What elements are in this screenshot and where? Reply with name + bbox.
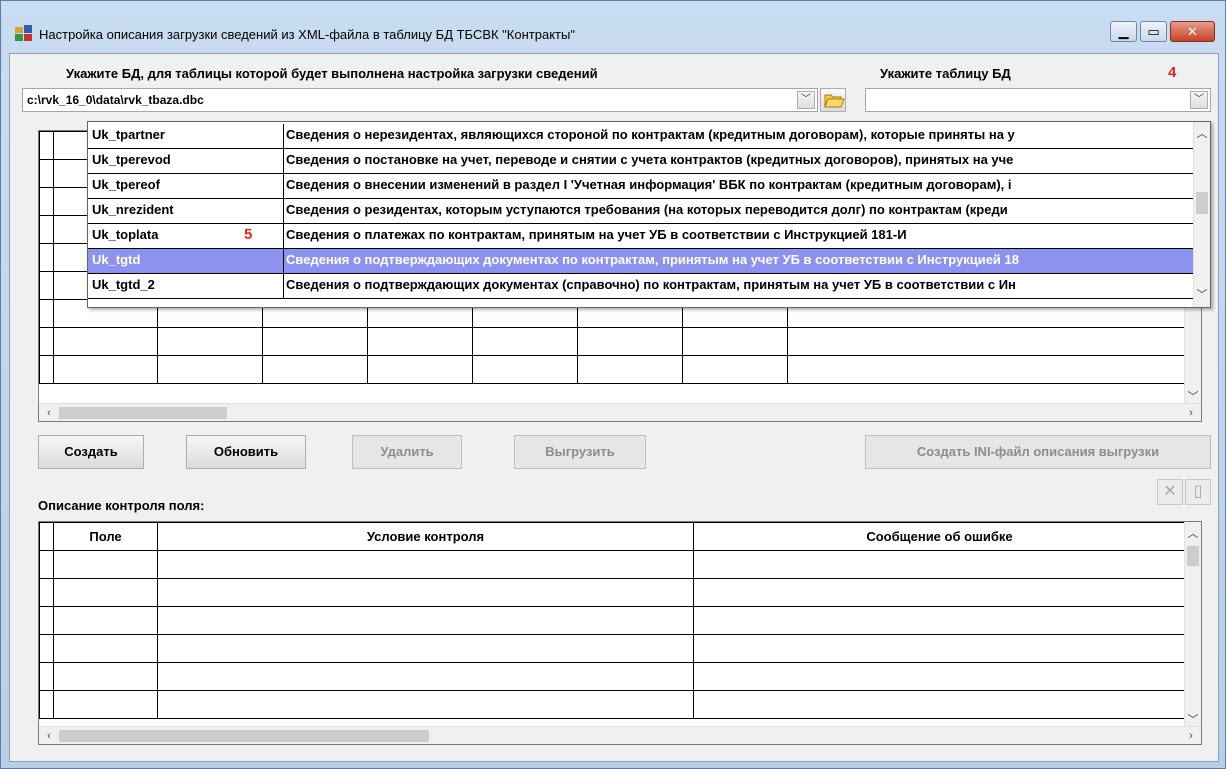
- document-icon: ▯: [1193, 483, 1203, 500]
- table-label: Укажите таблицу БД: [880, 66, 1011, 81]
- annotation-marker-4: 4: [1168, 64, 1177, 81]
- chevron-down-icon[interactable]: ﹀: [797, 91, 815, 109]
- column-header[interactable]: Сообщение об ошибке: [693, 522, 1186, 551]
- annotation-marker-5: 5: [244, 226, 253, 243]
- scroll-thumb[interactable]: [59, 730, 429, 742]
- minimize-icon: ▁: [1118, 24, 1129, 39]
- window-title: Настройка описания загрузки сведений из …: [39, 27, 575, 42]
- list-item[interactable]: Uk_tperevod Сведения о постановке на учет…: [88, 149, 1194, 174]
- list-item[interactable]: Uk_tgtd_2 Сведения о подтверждающих докум…: [88, 274, 1194, 299]
- control-grid-vscroll[interactable]: ︿ ﹀: [1184, 522, 1201, 728]
- column-header[interactable]: Поле: [53, 522, 158, 551]
- table-row[interactable]: [39, 634, 1186, 663]
- control-grid-hscroll[interactable]: ‹ ›: [39, 726, 1201, 744]
- fields-grid-hscroll[interactable]: ‹ ›: [39, 403, 1201, 421]
- scroll-left-icon[interactable]: ‹: [41, 728, 57, 744]
- refresh-button[interactable]: Обновить: [186, 435, 306, 469]
- list-item[interactable]: Uk_tpereof Сведения о внесении изменений …: [88, 174, 1194, 199]
- db-path-combo[interactable]: c:\rvk_16_0\data\rvk_tbaza.dbc ﹀: [22, 88, 818, 112]
- control-section-label: Описание контроля поля:: [38, 498, 205, 513]
- maximize-icon: ▭: [1147, 24, 1160, 39]
- folder-icon: [824, 94, 845, 108]
- scroll-up-icon[interactable]: ︿: [1185, 526, 1201, 542]
- table-row[interactable]: [39, 606, 1186, 635]
- list-item-selected[interactable]: Uk_tgtd Сведения о подтверждающих докумен…: [88, 249, 1194, 274]
- scroll-left-icon[interactable]: ‹: [41, 405, 57, 421]
- main-window: Настройка описания загрузки сведений из …: [0, 0, 1226, 769]
- delete-row-button[interactable]: ✕: [1157, 479, 1183, 505]
- title-bar[interactable]: Настройка описания загрузки сведений из …: [1, 1, 1225, 53]
- table-row[interactable]: [39, 690, 1186, 719]
- window-controls: ▁ ▭ ✕: [1107, 21, 1215, 42]
- table-row[interactable]: [39, 550, 1186, 579]
- close-icon: ✕: [1187, 24, 1198, 39]
- table-row[interactable]: [39, 578, 1186, 607]
- scroll-thumb[interactable]: [1187, 546, 1199, 566]
- maximize-button[interactable]: ▭: [1140, 21, 1167, 42]
- control-grid[interactable]: Поле Условие контроля Сообщение об ошибк…: [38, 521, 1202, 745]
- close-icon: ✕: [1163, 483, 1177, 500]
- list-item[interactable]: Uk_tpartner Сведения о нерезидентах, явля…: [88, 124, 1194, 149]
- close-button[interactable]: ✕: [1170, 21, 1215, 42]
- control-grid-table: Поле Условие контроля Сообщение об ошибк…: [39, 522, 1186, 719]
- browse-folder-button[interactable]: [820, 88, 846, 112]
- list-item[interactable]: Uk_toplata Сведения о платежах по контрак…: [88, 224, 1194, 249]
- control-grid-header: Поле Условие контроля Сообщение об ошибк…: [39, 522, 1186, 551]
- db-label: Укажите БД, для таблицы которой будет вы…: [66, 66, 598, 81]
- table-row[interactable]: [39, 355, 1188, 384]
- scroll-down-icon[interactable]: ﹀: [1194, 287, 1210, 303]
- create-ini-button[interactable]: Создать INI-файл описания выгрузки: [865, 435, 1211, 469]
- app-icon: [15, 25, 32, 41]
- create-button[interactable]: Создать: [38, 435, 144, 469]
- table-row[interactable]: [39, 662, 1186, 691]
- scroll-thumb[interactable]: [59, 407, 227, 419]
- column-header[interactable]: Условие контроля: [157, 522, 694, 551]
- db-path-value: c:\rvk_16_0\data\rvk_tbaza.dbc: [27, 93, 204, 107]
- list-item[interactable]: Uk_nrezident Сведения о резидентах, котор…: [88, 199, 1194, 224]
- table-row[interactable]: [39, 327, 1188, 356]
- delete-button[interactable]: Удалить: [352, 435, 462, 469]
- scroll-thumb[interactable]: [1196, 192, 1208, 214]
- scroll-up-icon[interactable]: ︿: [1194, 126, 1210, 142]
- table-select-combo[interactable]: ﹀: [865, 88, 1211, 112]
- minimize-button[interactable]: ▁: [1110, 21, 1137, 42]
- scroll-right-icon[interactable]: ›: [1183, 728, 1199, 744]
- scroll-right-icon[interactable]: ›: [1183, 405, 1199, 421]
- client-area: Укажите БД, для таблицы которой будет вы…: [9, 53, 1219, 762]
- table-dropdown-list[interactable]: Uk_tpartner Сведения о нерезидентах, явля…: [87, 121, 1211, 308]
- chevron-down-icon[interactable]: ﹀: [1190, 91, 1208, 109]
- new-row-button[interactable]: ▯: [1185, 479, 1211, 505]
- export-button[interactable]: Выгрузить: [514, 435, 646, 469]
- dropdown-vscroll[interactable]: ︿ ﹀: [1193, 122, 1210, 307]
